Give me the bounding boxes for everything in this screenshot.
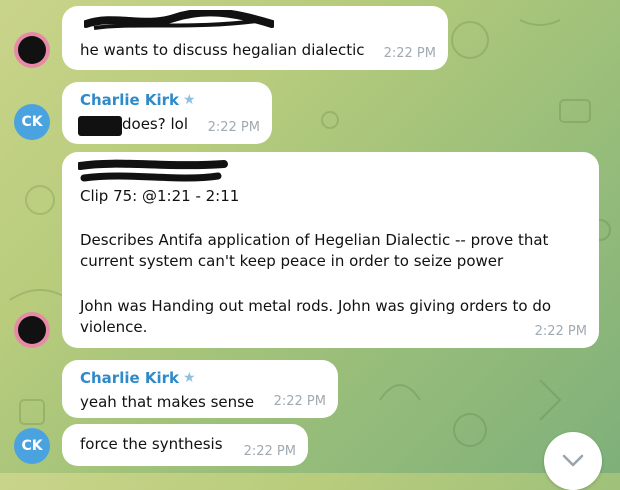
avatar[interactable] [14,312,50,348]
message-text: yeah that makes sense [80,393,255,411]
star-icon: ★ [183,92,196,108]
scroll-down-button[interactable] [544,432,602,490]
avatar-initials: CK [21,438,43,454]
sender-name-text: Charlie Kirk [80,369,180,387]
message-text: does? lol [122,115,188,133]
message-time: 2:22 PM [243,444,296,459]
avatar-initials: CK [21,114,43,130]
message-bubble: force the synthesis 2:22 PM [62,424,308,466]
message-time: 2:22 PM [534,324,587,339]
star-icon: ★ [183,370,196,386]
redaction-scribble [84,10,274,30]
sender-name-text: Charlie Kirk [80,91,180,109]
avatar[interactable] [14,32,50,68]
message-bubble: Clip 75: @1:21 - 2:11 Describes Antifa a… [62,152,599,348]
message-time: 2:22 PM [273,394,326,409]
redaction-scribble [18,316,46,344]
sender-name[interactable]: Charlie Kirk ★ [80,368,196,389]
message-text: he wants to discuss hegalian dialectic [80,41,365,59]
message-text: force the synthesis [80,435,223,453]
message-text: John was Handing out metal rods. John wa… [80,297,552,336]
message-bubble: he wants to discuss hegalian dialectic 2… [62,6,448,70]
message-time: 2:22 PM [207,120,260,135]
message-time: 2:22 PM [383,46,436,61]
avatar[interactable]: CK [14,428,50,464]
sender-name[interactable]: Charlie Kirk ★ [80,90,196,111]
chevron-down-icon [562,454,584,467]
redaction-scribble [18,36,46,64]
message-text: Clip 75: @1:21 - 2:11 [80,187,240,205]
message-text: Describes Antifa application of Hegelian… [80,231,549,270]
redaction-bar [78,116,122,136]
message-bubble: Charlie Kirk ★ yeah that makes sense 2:2… [62,360,338,418]
redaction-scribble [78,159,228,182]
message-bubble: Charlie Kirk ★ does? lol 2:22 PM [62,82,272,144]
avatar[interactable]: CK [14,104,50,140]
